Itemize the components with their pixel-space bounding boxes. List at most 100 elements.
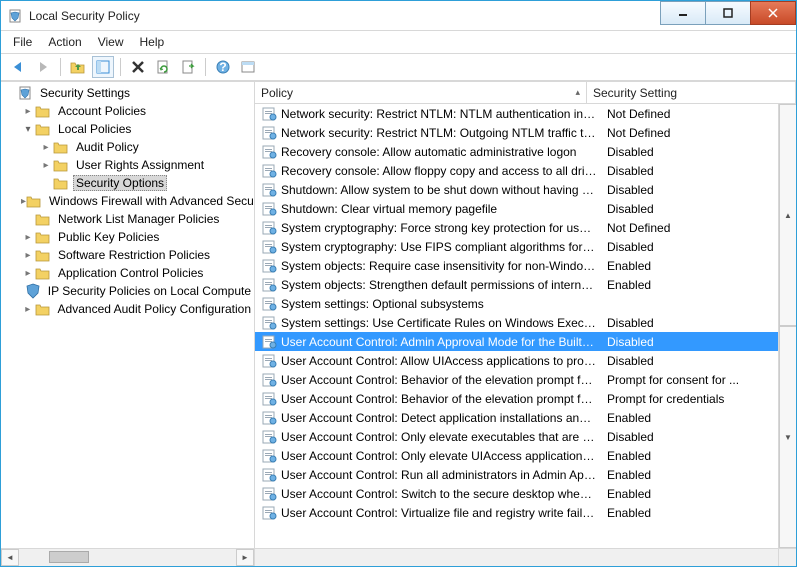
tree-item[interactable]: Network List Manager Policies bbox=[1, 210, 254, 228]
policy-row[interactable]: Network security: Restrict NTLM: Outgoin… bbox=[255, 123, 778, 142]
policy-item-icon bbox=[261, 201, 277, 217]
minimize-button[interactable] bbox=[660, 1, 706, 25]
delete-button[interactable] bbox=[127, 56, 149, 78]
tree-item[interactable]: Audit Policy bbox=[1, 138, 254, 156]
policy-setting-cell: Enabled bbox=[603, 259, 778, 273]
policy-item-icon bbox=[261, 125, 277, 141]
policy-row[interactable]: Recovery console: Allow floppy copy and … bbox=[255, 161, 778, 180]
menu-file[interactable]: File bbox=[5, 33, 40, 51]
tree-item[interactable]: IP Security Policies on Local Compute bbox=[1, 282, 254, 300]
policy-setting-cell: Disabled bbox=[603, 335, 778, 349]
maximize-button[interactable] bbox=[705, 1, 751, 25]
tree-item[interactable]: Software Restriction Policies bbox=[1, 246, 254, 264]
tree-item[interactable]: User Rights Assignment bbox=[1, 156, 254, 174]
policy-row[interactable]: System objects: Require case insensitivi… bbox=[255, 256, 778, 275]
policy-item-icon bbox=[261, 106, 277, 122]
tree-item-label: Advanced Audit Policy Configuration bbox=[55, 301, 254, 317]
tree-root-label: Security Settings bbox=[37, 85, 133, 101]
expander-icon[interactable] bbox=[21, 268, 35, 279]
scroll-right-button[interactable]: ► bbox=[236, 549, 254, 566]
up-one-level-button[interactable] bbox=[67, 56, 89, 78]
tree-item[interactable]: Account Policies bbox=[1, 102, 254, 120]
menu-view[interactable]: View bbox=[90, 33, 132, 51]
nav-back-button[interactable] bbox=[7, 56, 29, 78]
policy-row[interactable]: Shutdown: Allow system to be shut down w… bbox=[255, 180, 778, 199]
column-header-policy[interactable]: Policy ▴ bbox=[255, 82, 587, 103]
list-header: Policy ▴ Security Setting bbox=[255, 82, 796, 104]
policy-row[interactable]: Network security: Restrict NTLM: NTLM au… bbox=[255, 104, 778, 123]
policy-row[interactable]: System cryptography: Use FIPS compliant … bbox=[255, 237, 778, 256]
titlebar[interactable]: Local Security Policy bbox=[1, 1, 796, 31]
folder-icon bbox=[26, 193, 42, 209]
sort-indicator-icon: ▴ bbox=[575, 87, 580, 98]
folder-icon bbox=[35, 229, 51, 245]
policy-row[interactable]: Shutdown: Clear virtual memory pagefileD… bbox=[255, 199, 778, 218]
menu-action[interactable]: Action bbox=[40, 33, 89, 51]
scroll-thumb[interactable] bbox=[49, 551, 89, 563]
tree-horizontal-scrollbar[interactable]: ◄ ► bbox=[1, 548, 254, 566]
expander-icon[interactable] bbox=[21, 232, 35, 243]
policy-name-cell: System objects: Require case insensitivi… bbox=[281, 259, 603, 273]
scroll-left-button[interactable]: ◄ bbox=[1, 549, 19, 566]
list-body[interactable]: Network security: Restrict NTLM: NTLM au… bbox=[255, 104, 778, 522]
policy-row[interactable]: User Account Control: Run all administra… bbox=[255, 465, 778, 484]
tree-pane: Security SettingsAccount PoliciesLocal P… bbox=[1, 82, 255, 566]
policy-row[interactable]: User Account Control: Detect application… bbox=[255, 408, 778, 427]
tree-body[interactable]: Security SettingsAccount PoliciesLocal P… bbox=[1, 82, 254, 548]
policy-item-icon bbox=[261, 182, 277, 198]
expander-icon[interactable] bbox=[21, 304, 35, 315]
policy-setting-cell: Not Defined bbox=[603, 126, 778, 140]
menu-help[interactable]: Help bbox=[132, 33, 173, 51]
policy-setting-cell: Enabled bbox=[603, 506, 778, 520]
policy-row[interactable]: System settings: Use Certificate Rules o… bbox=[255, 313, 778, 332]
list-vertical-scrollbar[interactable]: ▲ ▼ bbox=[778, 104, 796, 548]
policy-row[interactable]: User Account Control: Behavior of the el… bbox=[255, 389, 778, 408]
refresh-button[interactable] bbox=[152, 56, 174, 78]
tree-item[interactable]: Public Key Policies bbox=[1, 228, 254, 246]
policy-item-icon bbox=[261, 429, 277, 445]
policy-row[interactable]: System settings: Optional subsystems bbox=[255, 294, 778, 313]
expander-icon[interactable] bbox=[39, 142, 53, 153]
scroll-down-button[interactable]: ▼ bbox=[779, 326, 796, 548]
policy-item-icon bbox=[261, 163, 277, 179]
expander-icon[interactable] bbox=[39, 160, 53, 171]
expander-icon[interactable] bbox=[21, 250, 35, 261]
export-list-button[interactable] bbox=[177, 56, 199, 78]
policy-row[interactable]: Recovery console: Allow automatic admini… bbox=[255, 142, 778, 161]
tree-item[interactable]: Local Policies bbox=[1, 120, 254, 138]
tree-item[interactable]: Advanced Audit Policy Configuration bbox=[1, 300, 254, 318]
policy-row[interactable]: System cryptography: Force strong key pr… bbox=[255, 218, 778, 237]
policy-row[interactable]: User Account Control: Behavior of the el… bbox=[255, 370, 778, 389]
tree-root[interactable]: Security Settings bbox=[1, 84, 254, 102]
policy-row[interactable]: User Account Control: Virtualize file an… bbox=[255, 503, 778, 522]
scroll-track[interactable] bbox=[19, 549, 236, 566]
properties-button[interactable] bbox=[237, 56, 259, 78]
folder-icon bbox=[35, 301, 51, 317]
policy-setting-cell: Disabled bbox=[603, 183, 778, 197]
expander-icon[interactable] bbox=[21, 106, 35, 117]
tree-item[interactable]: Application Control Policies bbox=[1, 264, 254, 282]
tree-item-label: Security Options bbox=[73, 175, 167, 191]
tree-item[interactable]: Windows Firewall with Advanced Secu bbox=[1, 192, 254, 210]
policy-name-cell: System cryptography: Force strong key pr… bbox=[281, 221, 603, 235]
window-title: Local Security Policy bbox=[29, 9, 661, 23]
show-hide-tree-button[interactable] bbox=[92, 56, 114, 78]
policy-row[interactable]: User Account Control: Only elevate UIAcc… bbox=[255, 446, 778, 465]
nav-forward-button[interactable] bbox=[32, 56, 54, 78]
tree-item-label: Network List Manager Policies bbox=[55, 211, 222, 227]
policy-row[interactable]: User Account Control: Admin Approval Mod… bbox=[255, 332, 778, 351]
help-button[interactable]: ? bbox=[212, 56, 234, 78]
policy-row[interactable]: User Account Control: Switch to the secu… bbox=[255, 484, 778, 503]
policy-row[interactable]: User Account Control: Only elevate execu… bbox=[255, 427, 778, 446]
tree-item[interactable]: Security Options bbox=[1, 174, 254, 192]
policy-setting-cell: Disabled bbox=[603, 430, 778, 444]
scroll-up-button[interactable]: ▲ bbox=[779, 104, 796, 326]
expander-icon[interactable] bbox=[21, 124, 35, 135]
app-icon bbox=[7, 8, 23, 24]
column-header-setting[interactable]: Security Setting bbox=[587, 82, 796, 103]
list-horizontal-scrollbar[interactable] bbox=[255, 548, 778, 566]
close-button[interactable] bbox=[750, 1, 796, 25]
policy-item-icon bbox=[261, 258, 277, 274]
policy-row[interactable]: User Account Control: Allow UIAccess app… bbox=[255, 351, 778, 370]
policy-row[interactable]: System objects: Strengthen default permi… bbox=[255, 275, 778, 294]
